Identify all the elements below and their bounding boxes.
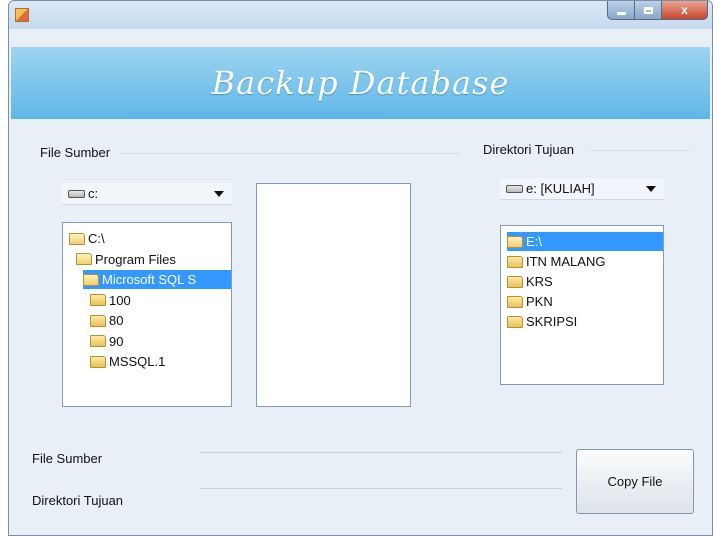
tree-item[interactable]: Microsoft SQL S bbox=[83, 270, 231, 289]
tree-item-label: C:\ bbox=[88, 231, 105, 246]
chevron-down-icon bbox=[214, 191, 224, 197]
folder-icon bbox=[507, 255, 523, 268]
tree-item[interactable]: C:\ bbox=[69, 229, 105, 248]
source-directory-list[interactable]: C:\ Program Files Microsoft SQL S 100 80 90 MS… bbox=[62, 222, 232, 407]
tree-item-label: 80 bbox=[109, 313, 124, 328]
file-sumber-field[interactable] bbox=[200, 452, 562, 453]
source-group-border bbox=[120, 153, 460, 154]
maximize-button[interactable] bbox=[635, 1, 662, 20]
tree-item-label: MSSQL.1 bbox=[109, 354, 166, 369]
folder-open-icon bbox=[69, 232, 85, 245]
folder-icon bbox=[90, 294, 106, 306]
folder-open-icon bbox=[83, 273, 99, 286]
destination-group-border bbox=[590, 150, 690, 151]
close-icon: x bbox=[681, 3, 688, 17]
copy-file-button[interactable]: Copy File bbox=[576, 449, 694, 514]
drive-icon bbox=[68, 189, 85, 198]
tree-item-label: KRS bbox=[526, 274, 553, 289]
chevron-down-icon bbox=[646, 186, 656, 192]
folder-icon bbox=[90, 314, 106, 327]
tree-item-label: E:\ bbox=[526, 234, 542, 249]
direktori-tujuan-label: Direktori Tujuan bbox=[32, 493, 124, 508]
tree-item[interactable]: E:\ bbox=[507, 232, 663, 251]
destination-drive-select[interactable]: e: [KULIAH] bbox=[500, 178, 664, 200]
folder-open-icon bbox=[76, 253, 92, 265]
tree-item[interactable]: 80 bbox=[90, 311, 123, 330]
tree-item[interactable]: ITN MALANG bbox=[507, 252, 605, 271]
tree-item[interactable]: SKRIPSI bbox=[507, 312, 577, 331]
minimize-button[interactable] bbox=[607, 1, 635, 20]
drive-icon bbox=[506, 184, 523, 193]
tree-item[interactable]: 100 bbox=[90, 291, 131, 310]
header-banner: Backup Database bbox=[11, 47, 710, 119]
direktori-tujuan-field[interactable] bbox=[200, 488, 562, 489]
tree-item-label: SKRIPSI bbox=[526, 314, 578, 329]
close-button[interactable]: x bbox=[662, 1, 708, 20]
folder-icon bbox=[507, 295, 523, 308]
destination-directory-list[interactable]: E:\ ITN MALANG KRS PKN SKRIPSI bbox=[500, 225, 664, 385]
source-file-list[interactable] bbox=[256, 183, 411, 407]
tree-item[interactable]: MSSQL.1 bbox=[90, 352, 165, 371]
tree-item[interactable]: 90 bbox=[90, 332, 123, 351]
tree-item-label: PKN bbox=[526, 294, 553, 309]
title-bar[interactable]: x bbox=[9, 1, 712, 29]
source-drive-value: c: bbox=[88, 186, 99, 201]
folder-icon bbox=[507, 275, 523, 288]
tree-item-label: 100 bbox=[109, 292, 131, 308]
folder-open-icon bbox=[507, 235, 523, 248]
page-title: Backup Database bbox=[211, 64, 510, 102]
source-drive-select[interactable]: c: bbox=[62, 183, 232, 205]
folder-icon bbox=[90, 355, 106, 368]
tree-item-label: 90 bbox=[109, 333, 124, 349]
source-group-label: File Sumber bbox=[40, 145, 111, 160]
tree-item[interactable]: Program Files bbox=[76, 250, 176, 269]
tree-item-label: Program Files bbox=[95, 251, 176, 267]
folder-icon bbox=[90, 335, 106, 347]
file-sumber-label: File Sumber bbox=[32, 451, 103, 466]
minimize-icon bbox=[616, 11, 626, 15]
app-icon bbox=[15, 8, 29, 22]
tree-item-label: Microsoft SQL S bbox=[102, 272, 197, 287]
destination-drive-value: e: [KULIAH] bbox=[526, 181, 595, 196]
maximize-icon bbox=[643, 6, 653, 14]
destination-group-label: Direktori Tujuan bbox=[483, 142, 575, 157]
tree-item[interactable]: PKN bbox=[507, 292, 553, 311]
window-controls: x bbox=[607, 1, 708, 21]
tree-item[interactable]: KRS bbox=[507, 272, 553, 291]
folder-icon bbox=[507, 315, 523, 328]
tree-item-label: ITN MALANG bbox=[526, 254, 606, 269]
